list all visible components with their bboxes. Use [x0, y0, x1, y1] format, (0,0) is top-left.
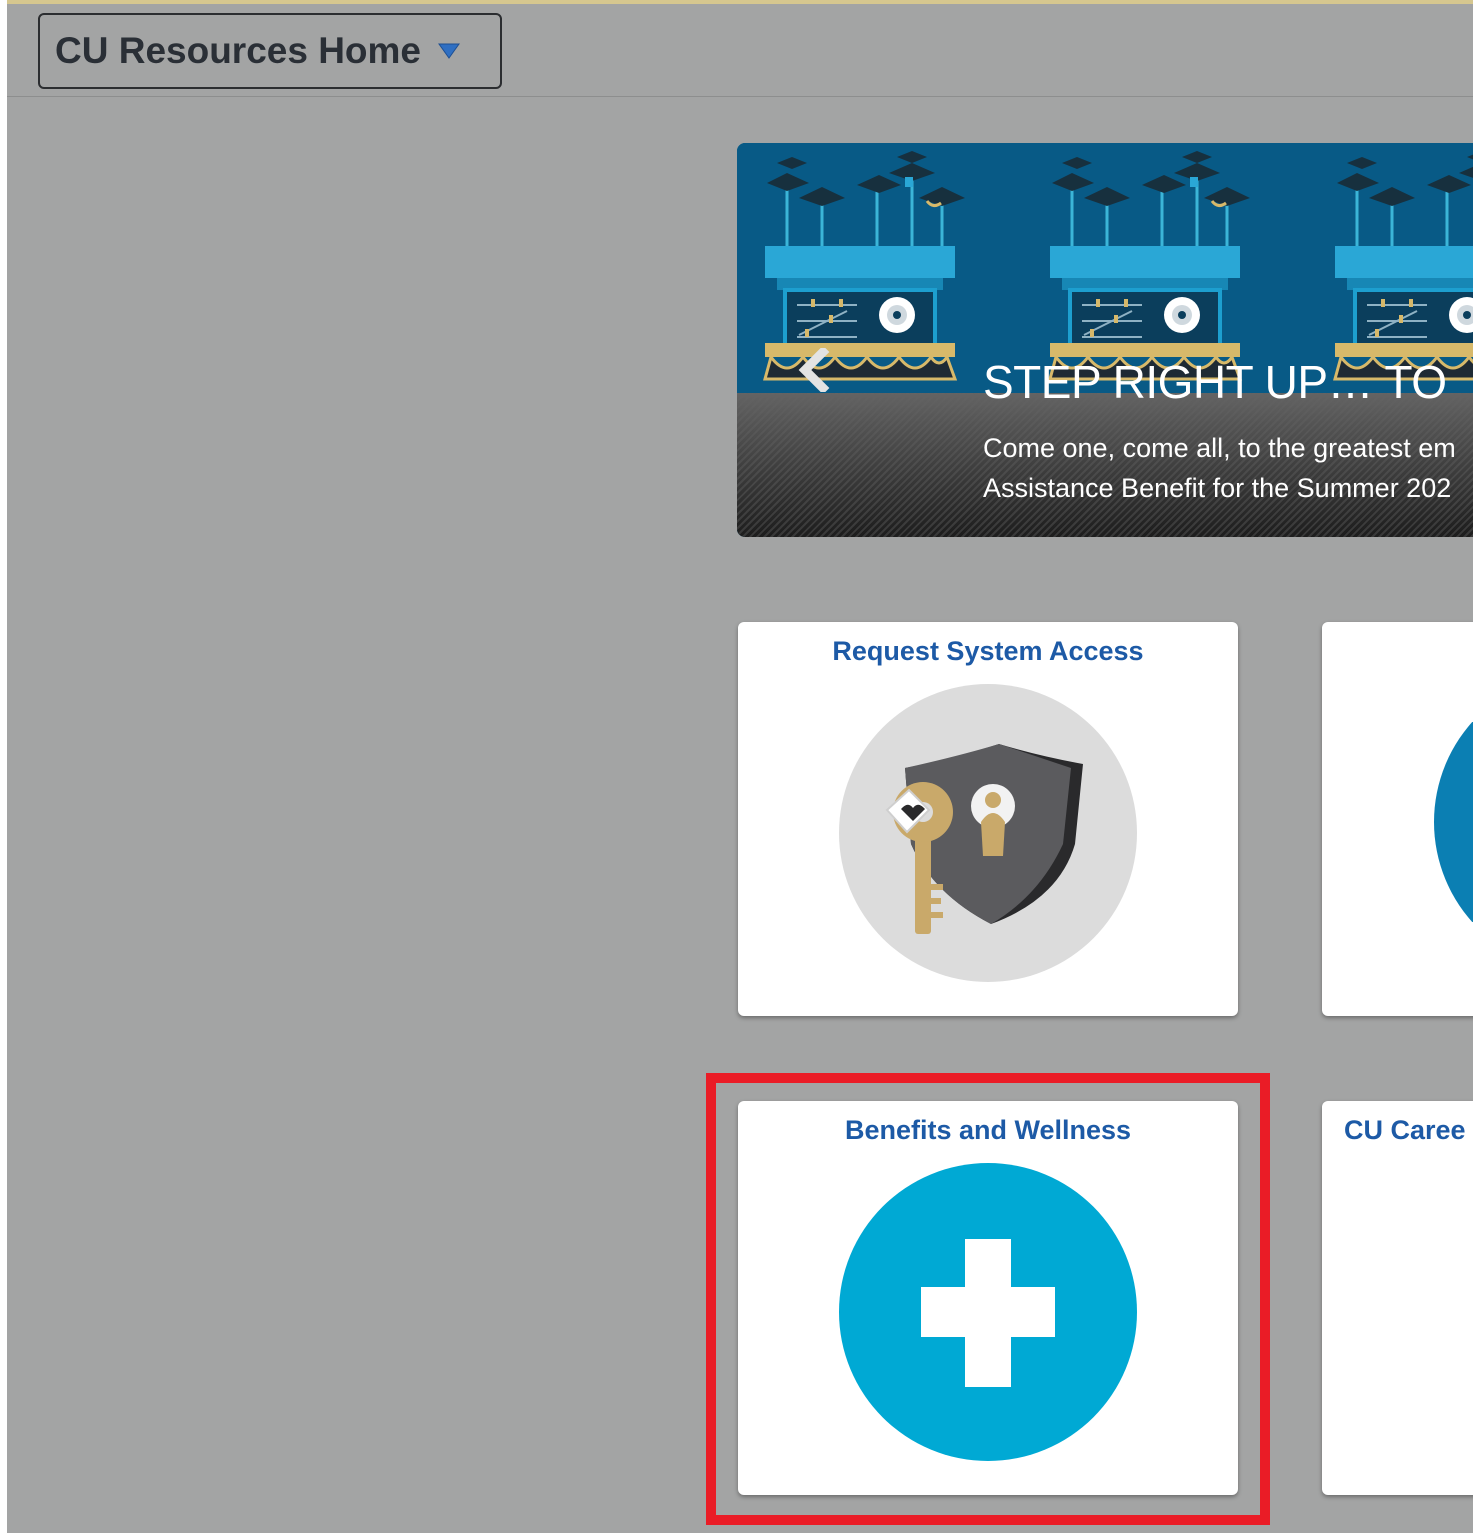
tile-partial-top-right[interactable] [1322, 622, 1473, 1016]
homepage-title: CU Resources Home [55, 30, 422, 71]
tile-cu-careers[interactable]: CU Caree [1322, 1101, 1473, 1495]
tile-title: Request System Access [832, 636, 1144, 666]
banner-description-line2: Assistance Benefit for the Summer 202 [983, 473, 1452, 503]
tile-title: CU Caree [1344, 1115, 1466, 1145]
banner-heading: STEP RIGHT UP… TO [983, 356, 1447, 408]
page-header: CU Resources Home [7, 4, 1473, 97]
caret-down-icon [438, 43, 460, 59]
window-edge [0, 0, 7, 1533]
shield-key-icon [839, 684, 1137, 982]
blue-circle-icon [1434, 722, 1473, 922]
tile-request-system-access[interactable]: Request System Access [738, 622, 1238, 1016]
chevron-left-icon[interactable] [797, 348, 831, 392]
medical-cross-icon [839, 1163, 1137, 1461]
banner-description: Come one, come all, to the greatest em A… [983, 428, 1456, 508]
tile-title: Benefits and Wellness [844, 1115, 1132, 1145]
banner-description-line1: Come one, come all, to the greatest em [983, 433, 1456, 463]
promo-banner[interactable]: STEP RIGHT UP… TO Come one, come all, to… [737, 143, 1473, 537]
homepage-selector-button[interactable]: CU Resources Home [38, 13, 502, 89]
tile-benefits-and-wellness[interactable]: Benefits and Wellness [738, 1101, 1238, 1495]
